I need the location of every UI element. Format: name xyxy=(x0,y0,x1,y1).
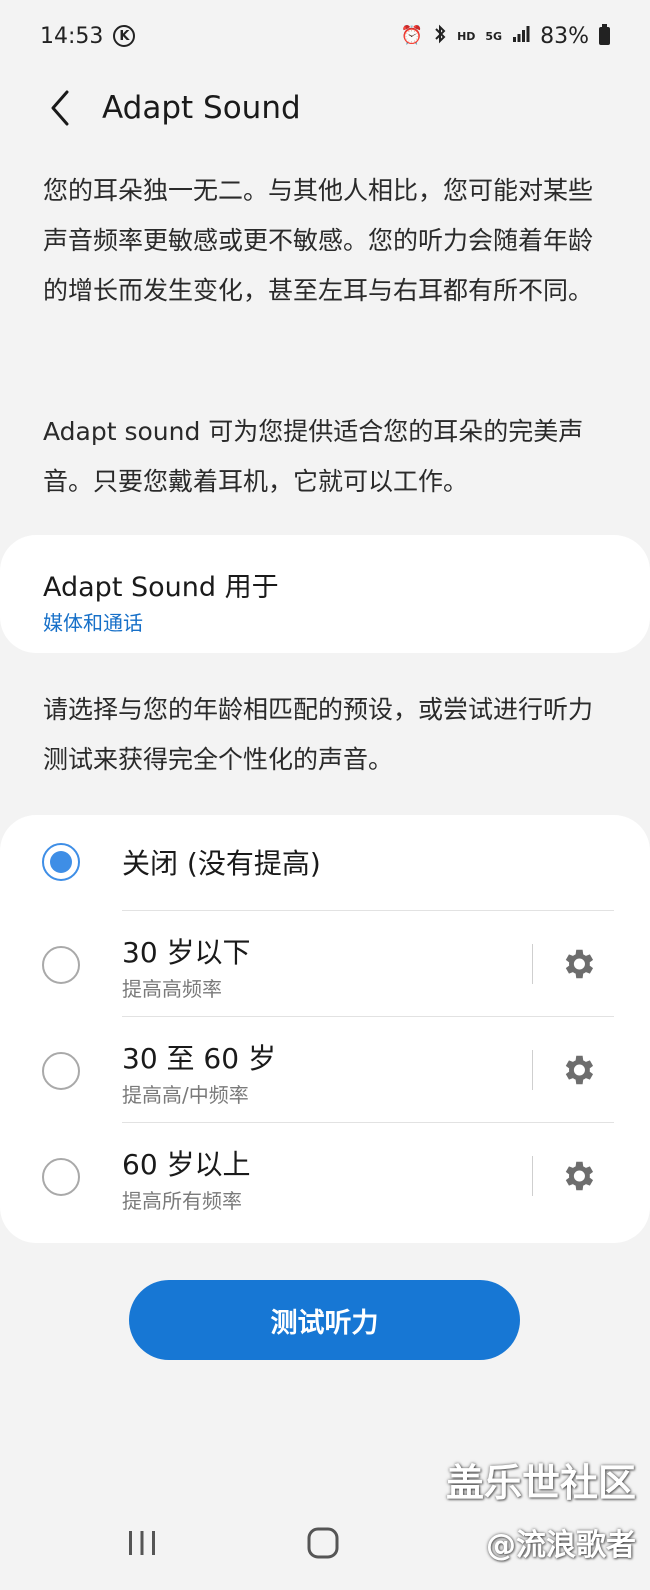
option-30-to-60[interactable]: 30 至 60 岁 提高高/中频率 xyxy=(0,1017,650,1123)
option-off[interactable]: 关闭 (没有提高) xyxy=(0,815,650,921)
watermark-community: 盖乐世社区 xyxy=(445,1461,636,1505)
option-label: 30 岁以下 xyxy=(122,936,251,969)
intro-paragraph-2: Adapt sound 可为您提供适合您的耳朵的完美声音。只要您戴着耳机，它就可… xyxy=(43,417,584,496)
back-button[interactable] xyxy=(38,86,82,130)
bluetooth-icon xyxy=(433,24,447,48)
battery-percent: 83% xyxy=(540,23,589,49)
radio-button[interactable] xyxy=(42,1158,80,1196)
radio-button[interactable] xyxy=(42,1052,80,1090)
status-left: 14:53 K xyxy=(40,23,136,49)
app-notification-icon: K xyxy=(113,25,136,47)
option-over-60[interactable]: 60 岁以上 提高所有频率 xyxy=(0,1123,650,1229)
hd-voice-icon: HD xyxy=(457,29,476,43)
home-button[interactable] xyxy=(306,1526,340,1560)
use-for-value: 媒体和通话 xyxy=(43,611,143,635)
recent-apps-icon xyxy=(129,1531,155,1555)
recent-apps-button[interactable] xyxy=(126,1528,158,1558)
battery-icon xyxy=(599,24,610,45)
option-label: 30 至 60 岁 xyxy=(122,1042,276,1075)
option-sublabel: 提高高/中频率 xyxy=(122,1083,249,1107)
home-icon xyxy=(307,1527,339,1559)
use-for-setting[interactable]: Adapt Sound 用于 媒体和通话 xyxy=(0,535,650,653)
radio-button[interactable] xyxy=(42,946,80,984)
alarm-icon: ⏰ xyxy=(400,25,424,46)
app-header: Adapt Sound xyxy=(0,72,650,142)
option-sublabel: 提高所有频率 xyxy=(122,1189,242,1213)
network-5g-icon: 5G xyxy=(485,29,503,43)
settings-button-30-to-60[interactable] xyxy=(556,1048,600,1092)
option-sublabel: 提高高频率 xyxy=(122,977,222,1001)
vertical-divider xyxy=(532,1050,533,1090)
vertical-divider xyxy=(532,944,533,984)
status-right: ⏰ HD 5G 83% xyxy=(401,24,610,49)
option-under-30[interactable]: 30 岁以下 提高高频率 xyxy=(0,911,650,1017)
page-title: Adapt Sound xyxy=(102,90,301,126)
watermark-author: @流浪歌者 xyxy=(486,1528,636,1563)
use-for-title: Adapt Sound 用于 xyxy=(43,572,279,603)
signal-icon xyxy=(512,24,530,49)
settings-button-under-30[interactable] xyxy=(556,942,600,986)
preset-options-list: 关闭 (没有提高) 30 岁以下 提高高频率 30 至 60 岁 提高高/中频率… xyxy=(0,815,650,1243)
settings-button-over-60[interactable] xyxy=(556,1154,600,1198)
intro-paragraph-1: 您的耳朵独一无二。与其他人相比，您可能对某些声音频率更敏感或更不敏感。您的听力会… xyxy=(43,176,594,305)
preset-hint: 请选择与您的年龄相匹配的预设，或尝试进行听力测试来获得完全个性化的声音。 xyxy=(43,695,594,774)
chevron-left-icon xyxy=(51,90,69,126)
radio-button-selected[interactable] xyxy=(42,843,80,881)
test-hearing-button[interactable]: 测试听力 xyxy=(129,1280,520,1360)
gear-icon xyxy=(565,1055,594,1085)
gear-icon xyxy=(565,949,594,979)
option-label: 60 岁以上 xyxy=(122,1148,251,1181)
vertical-divider xyxy=(532,1156,533,1196)
status-bar: 14:53 K ⏰ HD 5G 83% xyxy=(0,0,650,72)
option-label: 关闭 (没有提高) xyxy=(122,847,321,880)
gear-icon xyxy=(565,1161,594,1191)
status-time: 14:53 xyxy=(40,23,104,49)
